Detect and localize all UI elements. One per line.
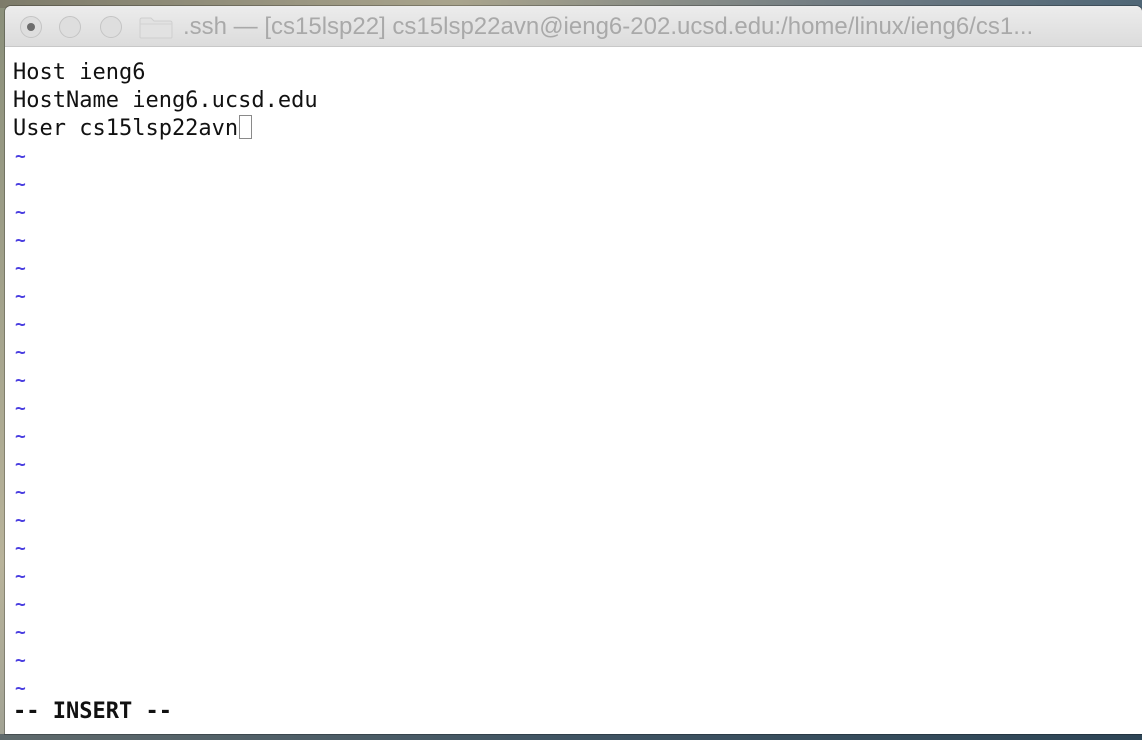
empty-line-marker: ~ [15, 482, 26, 503]
zoom-icon[interactable] [100, 16, 122, 38]
empty-line-marker: ~ [15, 538, 26, 559]
empty-line-marker: ~ [15, 650, 26, 671]
empty-line-marker: ~ [15, 454, 26, 475]
editor-line-3: User cs15lsp22avn [13, 115, 253, 143]
minimize-icon[interactable] [59, 16, 81, 38]
empty-line-marker: ~ [15, 342, 26, 363]
text-cursor [239, 115, 253, 139]
terminal-window: .ssh — [cs15lsp22] cs15lsp22avn@ieng6-20… [5, 6, 1142, 734]
editor-line-2: HostName ieng6.ucsd.edu [13, 88, 318, 113]
vim-editor[interactable]: Host ieng6 HostName ieng6.ucsd.edu User … [5, 47, 1142, 734]
empty-line-marker: ~ [15, 230, 26, 251]
empty-line-marker: ~ [15, 426, 26, 447]
mode-indicator: -- INSERT -- [13, 699, 172, 724]
desktop-background-bottom [0, 734, 1142, 740]
empty-line-marker: ~ [15, 594, 26, 615]
empty-line-marker: ~ [15, 622, 26, 643]
empty-line-marker: ~ [15, 314, 26, 335]
folder-icon [139, 17, 173, 39]
empty-line-marker: ~ [15, 286, 26, 307]
empty-line-marker: ~ [15, 174, 26, 195]
empty-line-marker: ~ [15, 398, 26, 419]
empty-line-marker: ~ [15, 146, 26, 167]
window-title: .ssh — [cs15lsp22] cs15lsp22avn@ieng6-20… [183, 13, 1034, 40]
empty-line-marker: ~ [15, 202, 26, 223]
empty-line-marker: ~ [15, 566, 26, 587]
close-icon[interactable] [20, 16, 42, 38]
empty-line-marker: ~ [15, 370, 26, 391]
window-titlebar[interactable]: .ssh — [cs15lsp22] cs15lsp22avn@ieng6-20… [5, 6, 1142, 47]
empty-line-marker: ~ [15, 258, 26, 279]
editor-line-1: Host ieng6 [13, 60, 146, 85]
empty-line-marker: ~ [15, 510, 26, 531]
